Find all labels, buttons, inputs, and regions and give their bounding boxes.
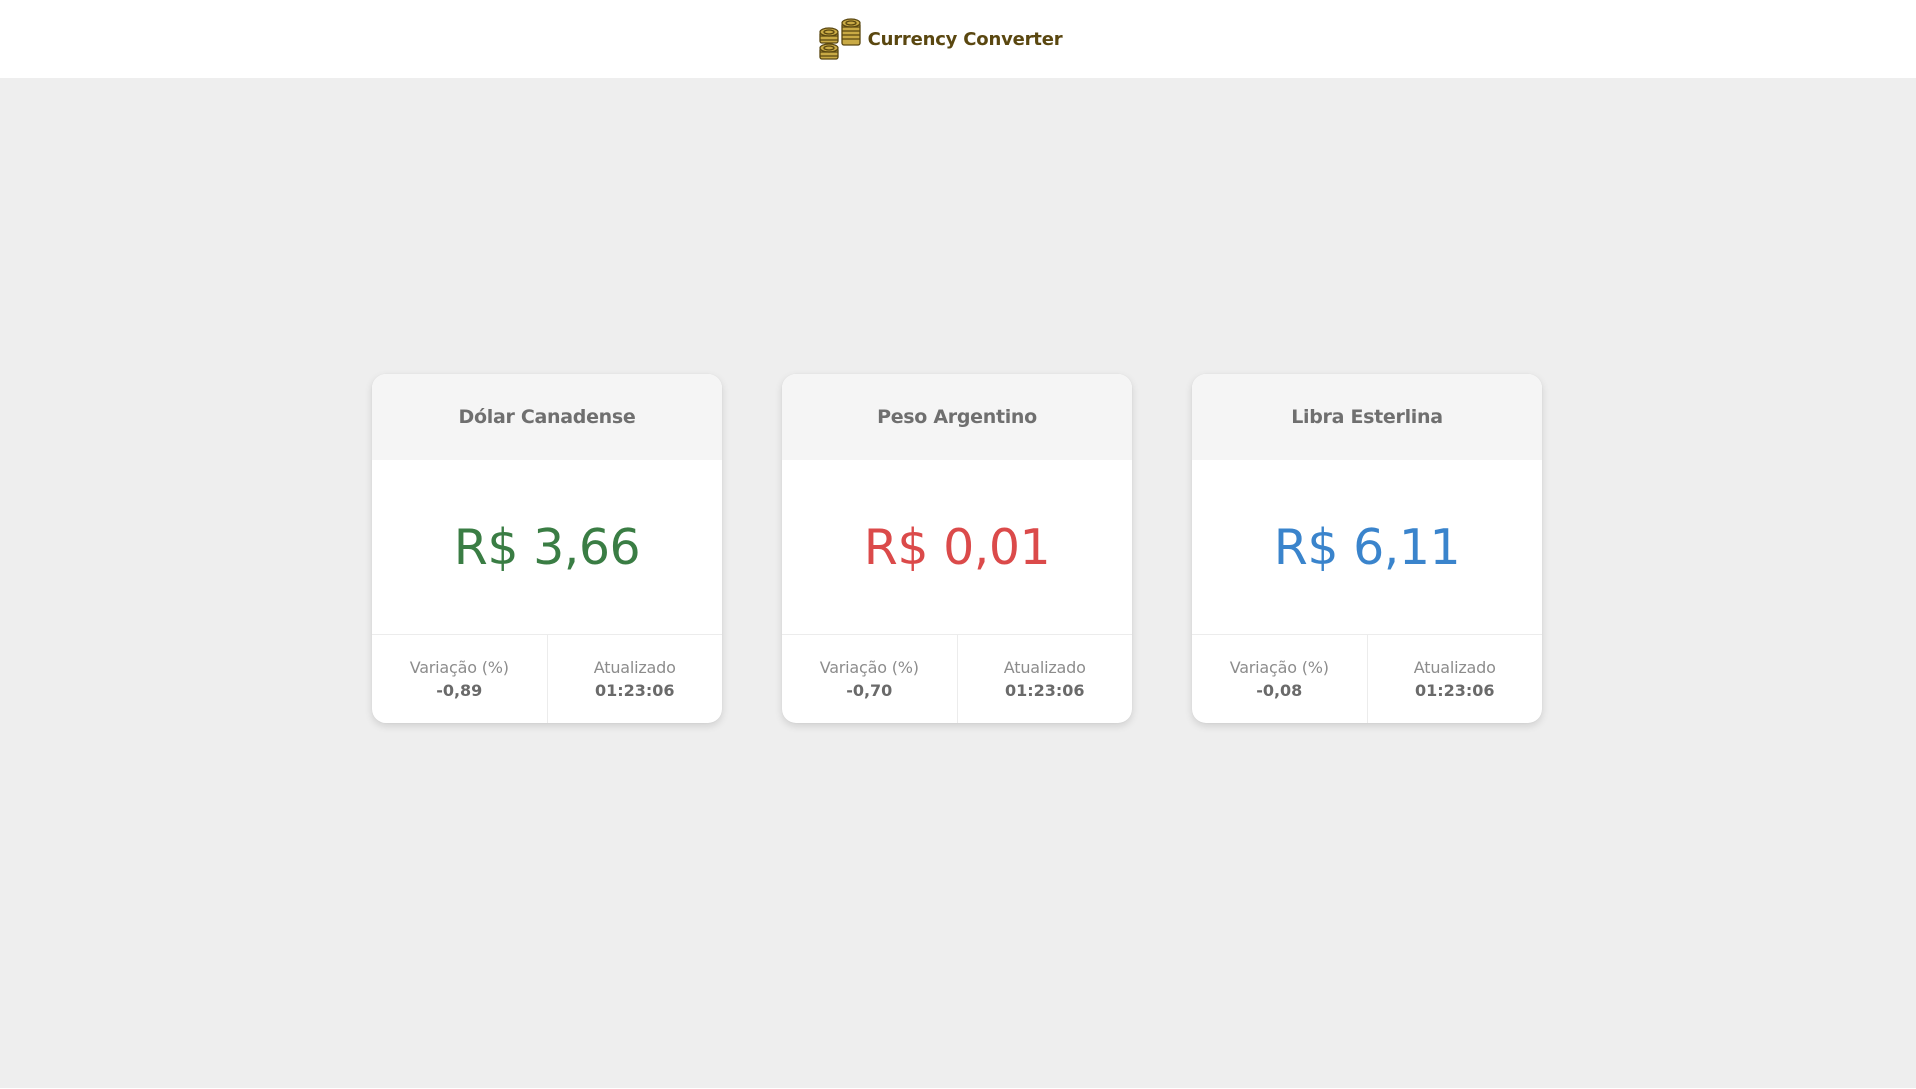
main-content: Dólar Canadense R$ 3,66 Variação (%) -0,… <box>0 78 1916 1088</box>
coins-icon <box>818 18 861 60</box>
updated-value: 01:23:06 <box>1414 681 1495 700</box>
exchange-rate-value: R$ 3,66 <box>453 518 641 576</box>
currency-card-cad: Dólar Canadense R$ 3,66 Variação (%) -0,… <box>372 374 722 723</box>
app-title: Currency Converter <box>867 28 1063 50</box>
variation-value: -0,70 <box>846 681 893 700</box>
variation-label: Variação (%) <box>819 658 919 677</box>
variation-stat: Variação (%) -0,08 <box>1192 635 1367 723</box>
exchange-rate-value: R$ 0,01 <box>863 518 1051 576</box>
card-title: Dólar Canadense <box>458 406 636 428</box>
variation-value: -0,08 <box>1256 681 1303 700</box>
updated-stat: Atualizado 01:23:06 <box>956 635 1133 723</box>
updated-stat: Atualizado 01:23:06 <box>1366 635 1543 723</box>
card-body: R$ 3,66 <box>372 460 722 635</box>
variation-value: -0,89 <box>436 681 483 700</box>
card-body: R$ 6,11 <box>1192 460 1542 635</box>
card-title: Libra Esterlina <box>1291 406 1443 428</box>
card-footer: Variação (%) -0,70 Atualizado 01:23:06 <box>782 635 1132 723</box>
card-header: Peso Argentino <box>782 374 1132 460</box>
logo[interactable]: Currency Converter <box>818 17 1063 61</box>
variation-label: Variação (%) <box>1229 658 1329 677</box>
card-footer: Variação (%) -0,08 Atualizado 01:23:06 <box>1192 635 1542 723</box>
app-header: Currency Converter <box>0 0 1916 78</box>
exchange-rate-value: R$ 6,11 <box>1273 518 1461 576</box>
variation-stat: Variação (%) -0,89 <box>372 635 547 723</box>
variation-label: Variação (%) <box>409 658 509 677</box>
currency-cards: Dólar Canadense R$ 3,66 Variação (%) -0,… <box>372 374 1542 723</box>
updated-label: Atualizado <box>1003 658 1086 677</box>
card-header: Libra Esterlina <box>1192 374 1542 460</box>
card-header: Dólar Canadense <box>372 374 722 460</box>
currency-card-ars: Peso Argentino R$ 0,01 Variação (%) -0,7… <box>782 374 1132 723</box>
updated-stat: Atualizado 01:23:06 <box>546 635 723 723</box>
updated-value: 01:23:06 <box>1004 681 1085 700</box>
currency-card-gbp: Libra Esterlina R$ 6,11 Variação (%) -0,… <box>1192 374 1542 723</box>
card-footer: Variação (%) -0,89 Atualizado 01:23:06 <box>372 635 722 723</box>
card-title: Peso Argentino <box>877 406 1037 428</box>
updated-label: Atualizado <box>593 658 676 677</box>
updated-value: 01:23:06 <box>594 681 675 700</box>
updated-label: Atualizado <box>1413 658 1496 677</box>
card-body: R$ 0,01 <box>782 460 1132 635</box>
variation-stat: Variação (%) -0,70 <box>782 635 957 723</box>
